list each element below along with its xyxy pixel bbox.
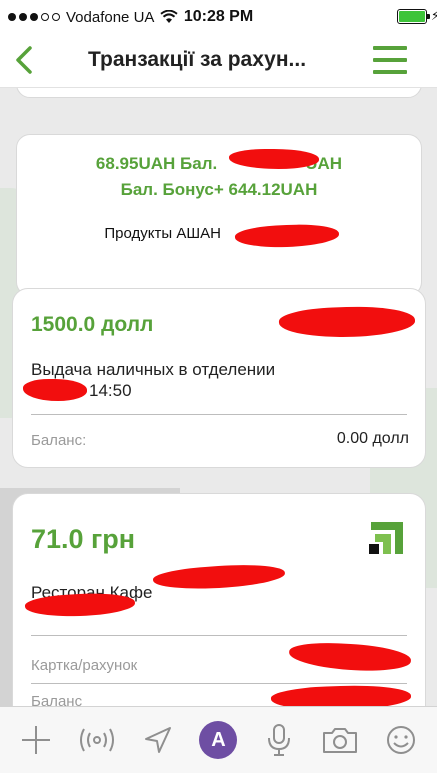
emoji-icon [386, 726, 415, 754]
redaction-mark [288, 640, 412, 674]
page-title: Транзакції за рахун... [88, 48, 307, 71]
send-icon [144, 727, 171, 753]
divider [31, 635, 407, 636]
back-chevron-icon [16, 46, 32, 74]
charging-icon: ⚡ [430, 8, 437, 23]
merchant-line: Продукты АШАН22 [17, 225, 421, 242]
back-button[interactable] [10, 42, 38, 78]
menu-icon-bar [373, 70, 407, 74]
wifi-icon [160, 10, 179, 23]
balance-label: Баланс [31, 693, 83, 706]
battery-icon: ⚡ [397, 8, 437, 24]
camera-icon [322, 728, 357, 753]
merchant-name: Продукты АШАН [104, 225, 221, 242]
divider [31, 683, 407, 684]
privatbank-logo-icon [367, 518, 407, 558]
plus-icon [22, 726, 51, 754]
sticker-button[interactable]: A [198, 720, 238, 760]
transaction-time: 14:50 [89, 381, 132, 400]
redaction-mark [270, 683, 412, 706]
voice-button[interactable] [259, 720, 299, 760]
mic-icon [268, 724, 291, 756]
menu-icon-bar [373, 46, 407, 50]
balance-line: 68.95UAH Бал. UAH [17, 151, 421, 177]
broadcast-icon [80, 728, 115, 752]
plus-button[interactable] [16, 720, 56, 760]
balance-text: 68.95UAH Бал. [95, 154, 218, 173]
signal-strength-icon [8, 13, 60, 21]
bonus-balance: Бал. Бонус+ 644.12UAH [120, 180, 318, 199]
menu-button[interactable] [373, 46, 407, 74]
transaction-card[interactable]: 71.0 грн Ресторан Кафе Картка/рахунок Ба… [12, 493, 426, 706]
transaction-description: Выдача наличных в отделении [31, 360, 276, 379]
broadcast-button[interactable] [77, 720, 117, 760]
divider [31, 414, 407, 415]
transaction-card[interactable]: 1500.0 долл Выдача наличных в отделении … [12, 288, 426, 468]
balance-label: Баланс: [31, 432, 87, 449]
transaction-card[interactable]: 68.95UAH Бал. UAH Бал. Бонус+ 644.12UAH П… [16, 134, 422, 296]
nav-header: Транзакції за рахун... [0, 34, 437, 88]
transaction-card[interactable] [16, 88, 422, 98]
account-label: Картка/рахунок [31, 657, 138, 674]
transaction-amount: 71.0 грн [31, 524, 136, 554]
camera-button[interactable] [320, 720, 360, 760]
chat-toolbar: A [0, 706, 437, 773]
redaction-mark [23, 379, 87, 401]
carrier-name: Vodafone UA [66, 8, 155, 26]
transaction-amount: 1500.0 долл [31, 313, 154, 336]
menu-icon-bar [373, 58, 407, 62]
transactions-list[interactable]: 68.95UAH Бал. UAH Бал. Бонус+ 644.12UAH П… [0, 88, 437, 706]
status-bar: Vodafone UA 10:28 PM ⚡ [0, 0, 437, 34]
emoji-button[interactable] [381, 720, 421, 760]
send-location-button[interactable] [138, 720, 178, 760]
a-badge: A [199, 721, 238, 759]
balance-value: 0.00 долл [336, 430, 409, 447]
redaction-mark [152, 561, 286, 593]
redaction-mark [278, 304, 416, 340]
